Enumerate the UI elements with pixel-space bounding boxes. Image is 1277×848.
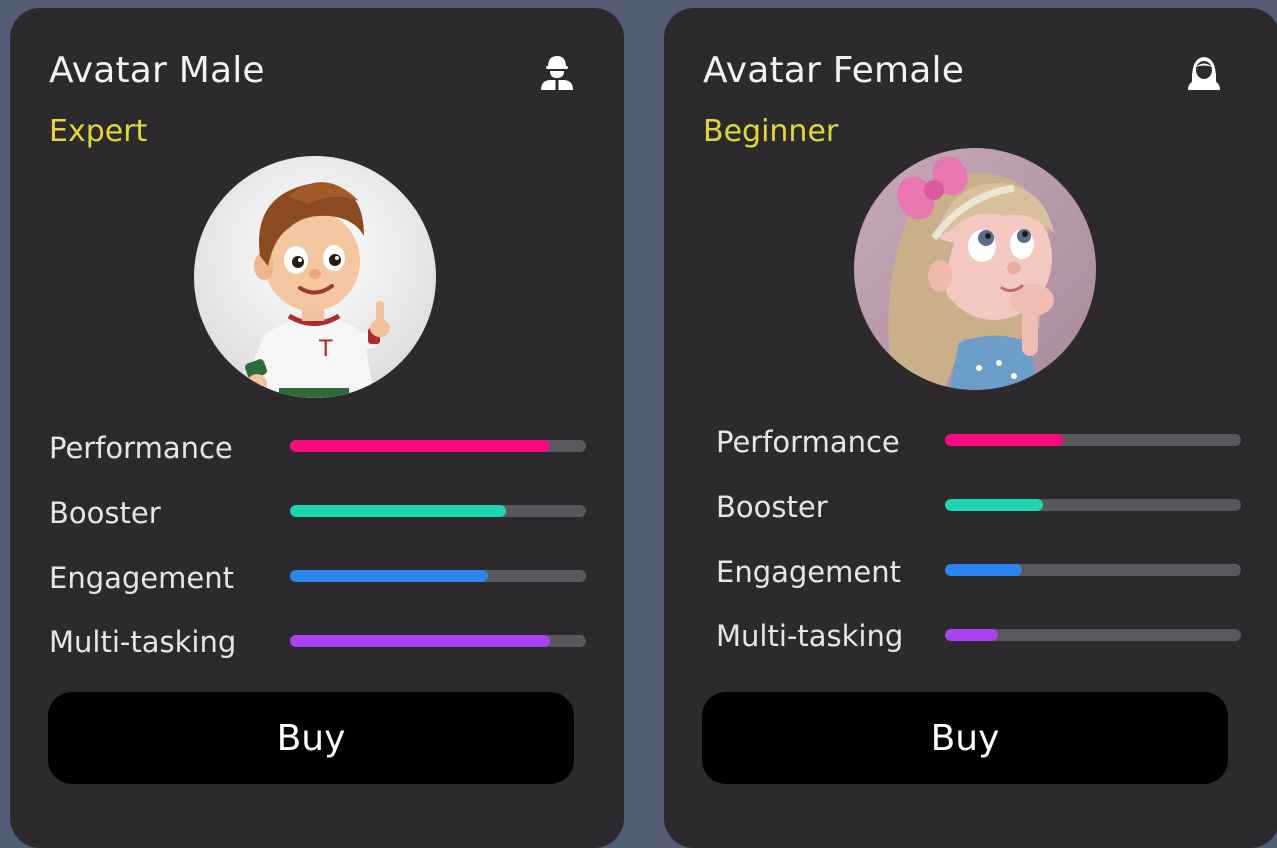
booster-bar-fill [945,499,1043,511]
performance-bar [945,434,1241,446]
level-badge: Beginner [703,114,839,149]
card-title: Avatar Male [49,50,265,91]
boy-avatar-image: T [194,156,436,398]
engagement-bar-fill [290,570,489,582]
stat-label-multitasking: Multi-tasking [49,625,237,659]
performance-bar-fill [290,440,551,452]
stat-label-engagement: Engagement [716,555,901,589]
multitasking-bar [290,635,586,647]
svg-text:T: T [318,337,333,362]
multitasking-bar-fill [945,629,999,641]
engagement-bar [945,564,1241,576]
engagement-bar-fill [945,564,1022,576]
booster-bar-fill [290,505,507,517]
stat-label-booster: Booster [716,490,828,524]
male-user-icon [541,56,573,90]
level-badge: Expert [49,114,148,149]
performance-bar [290,440,586,452]
multitasking-bar [945,629,1241,641]
stat-label-booster: Booster [49,496,161,530]
booster-bar [945,499,1241,511]
stat-label-engagement: Engagement [49,561,234,595]
engagement-bar [290,570,586,582]
card-title: Avatar Female [703,50,965,91]
stat-label-multitasking: Multi-tasking [716,619,904,653]
buy-button[interactable]: Buy [48,692,574,784]
multitasking-bar-fill [290,635,551,647]
girl-avatar-image [854,148,1096,390]
performance-bar-fill [945,434,1064,446]
stat-label-performance: Performance [716,425,900,459]
buy-button[interactable]: Buy [702,692,1228,784]
stat-label-performance: Performance [49,431,233,465]
female-user-icon [1188,57,1220,90]
booster-bar [290,505,586,517]
avatar-card-female: Avatar Female Beginner Performance Boost… [664,8,1277,848]
avatar-card-male: Avatar Male Expert T Performance Booster… [10,8,624,848]
